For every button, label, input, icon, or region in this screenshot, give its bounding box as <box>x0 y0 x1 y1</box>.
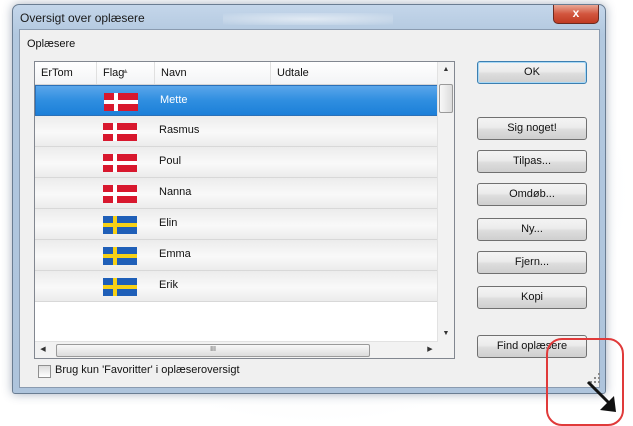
swedish-flag-icon <box>103 278 137 296</box>
vertical-scroll-thumb[interactable] <box>439 84 453 113</box>
favorites-checkbox[interactable] <box>38 365 51 378</box>
danish-flag-icon <box>104 93 138 111</box>
rename-button[interactable]: Omdøb... <box>477 183 587 206</box>
reader-name: Elin <box>159 217 178 229</box>
list-row[interactable]: Poul <box>35 147 438 178</box>
new-button[interactable]: Ny... <box>477 218 587 241</box>
column-label: ErTom <box>41 67 73 79</box>
reader-name: Nanna <box>159 186 192 198</box>
scroll-down-icon[interactable]: ▼ <box>438 326 454 342</box>
swedish-flag-icon <box>103 216 137 234</box>
dialog-client: Oplæsere ErTom ▲ Flag Navn Udtale Mette Ra… <box>19 29 600 388</box>
title-bar[interactable]: Oversigt over oplæsere x <box>13 5 605 31</box>
dialog-window: Oversigt over oplæsere x Oplæsere ErTom … <box>12 4 606 394</box>
close-button[interactable]: x <box>553 5 599 24</box>
swedish-flag-icon <box>103 247 137 265</box>
list-row[interactable]: Erik <box>35 271 438 302</box>
copy-button[interactable]: Kopi <box>477 286 587 309</box>
horizontal-scrollbar[interactable]: ◀ III ▶ <box>35 341 438 358</box>
ok-button[interactable]: OK <box>477 61 587 84</box>
scroll-corner <box>438 342 454 358</box>
column-label: Udtale <box>277 67 309 79</box>
remove-button[interactable]: Fjern... <box>477 251 587 274</box>
list-row[interactable]: Nanna <box>35 178 438 209</box>
vertical-scrollbar[interactable]: ▲ ▼ <box>437 62 454 342</box>
horizontal-scroll-thumb[interactable]: III <box>56 344 370 357</box>
scroll-right-icon[interactable]: ▶ <box>422 342 438 358</box>
reader-name: Rasmus <box>159 124 200 136</box>
list-header: ErTom ▲ Flag Navn Udtale <box>35 62 438 85</box>
sort-arrow-icon: ▲ <box>122 68 129 75</box>
scroll-left-icon[interactable]: ◀ <box>35 342 51 358</box>
reader-name: Emma <box>159 248 191 260</box>
say-something-button[interactable]: Sig noget! <box>477 117 587 140</box>
reader-name: Mette <box>160 94 188 106</box>
list-row[interactable]: Emma <box>35 240 438 271</box>
customize-button[interactable]: Tilpas... <box>477 150 587 173</box>
reader-name: Erik <box>159 279 178 291</box>
column-header-ertom[interactable]: ErTom <box>35 62 97 84</box>
reader-name: Poul <box>159 155 182 167</box>
danish-flag-icon <box>103 154 137 172</box>
favorites-checkbox-label[interactable]: Brug kun 'Favoritter' i oplæseroversigt <box>55 364 240 376</box>
group-label: Oplæsere <box>27 38 76 50</box>
title-glare <box>223 13 393 25</box>
column-header-navn[interactable]: Navn <box>155 62 271 84</box>
annotation-arrow-icon <box>586 380 616 412</box>
list-row[interactable]: Mette <box>35 85 438 116</box>
column-label: Navn <box>161 67 187 79</box>
column-header-flag[interactable]: ▲ Flag <box>97 62 155 84</box>
list-row[interactable]: Elin <box>35 209 438 240</box>
danish-flag-icon <box>103 185 137 203</box>
window-title: Oversigt over oplæsere <box>20 11 145 25</box>
column-header-udtale[interactable]: Udtale <box>271 62 438 84</box>
danish-flag-icon <box>103 123 137 141</box>
list-row[interactable]: Rasmus <box>35 116 438 147</box>
readers-list[interactable]: ErTom ▲ Flag Navn Udtale Mette Rasmus Poul N… <box>34 61 455 359</box>
scroll-up-icon[interactable]: ▲ <box>438 62 454 78</box>
